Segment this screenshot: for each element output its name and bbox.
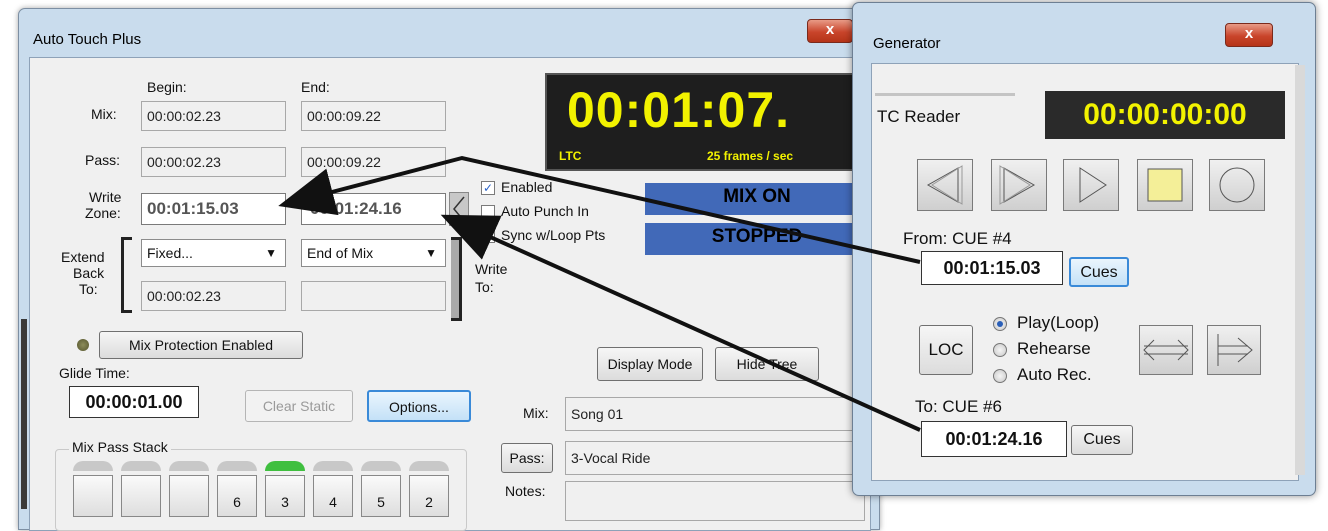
to-arrow — [440, 214, 921, 432]
callout-arrows — [278, 155, 921, 432]
from-arrow — [278, 155, 921, 264]
